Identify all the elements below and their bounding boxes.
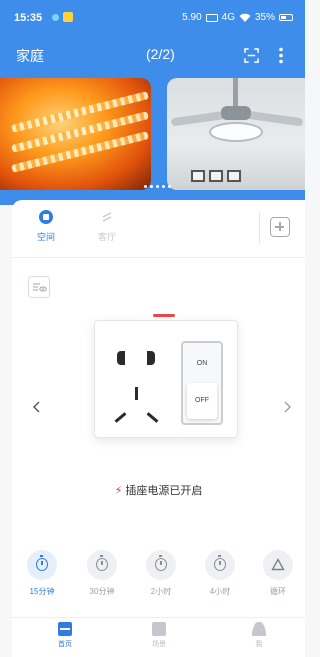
scene-icon <box>152 622 166 636</box>
nav-label: 首页 <box>58 641 72 648</box>
socket-pin <box>147 351 155 365</box>
timer-4h-button[interactable]: 4小时 <box>196 550 244 597</box>
fan-hub <box>221 106 251 120</box>
socket-pin <box>146 412 159 423</box>
battery-percent: 35% <box>254 12 275 23</box>
led-strip-banner[interactable] <box>0 78 151 190</box>
wall-frames <box>191 170 241 182</box>
socket-pin <box>114 412 127 423</box>
fan-light <box>209 122 263 142</box>
led-strip-image <box>11 91 149 133</box>
timer-label: 循环 <box>270 587 286 596</box>
profile-icon <box>252 622 266 636</box>
timer-cycle-button[interactable]: 循环 <box>254 550 302 597</box>
lightning-icon: ⚡ <box>114 485 123 497</box>
tab-label: 客厅 <box>97 232 116 242</box>
stopwatch-icon <box>96 555 108 571</box>
home-icon <box>58 622 72 636</box>
stopwatch-icon <box>36 555 48 571</box>
timer-label: 15分钟 <box>29 587 55 596</box>
power-indicator-light <box>153 314 175 317</box>
hd-icon <box>205 13 218 22</box>
room-tabs: 空间 客厅 <box>12 200 305 258</box>
socket-pin <box>135 387 138 400</box>
scan-icon[interactable] <box>244 48 259 63</box>
fan-stem <box>233 78 238 108</box>
timer-options: 15分钟 30分钟 2小时 4小时 循环 <box>12 550 305 602</box>
timer-label: 4小时 <box>209 587 231 596</box>
app-header: 15:35 5.90 4G 35% 家庭 (2/2) <box>0 0 305 205</box>
device-card: 空间 客厅 ON OFF ⚡ 插座电源已开启 15分钟 30分钟 2小时 4小时… <box>12 200 305 617</box>
timer-2h-button[interactable]: 2小时 <box>137 550 185 597</box>
bottom-nav: 首页 场景 我 <box>12 617 305 657</box>
socket-panel: ON OFF <box>94 314 238 438</box>
notification-app-icon <box>63 12 73 22</box>
status-bar: 15:35 5.90 4G 35% <box>0 0 305 36</box>
nav-scene[interactable]: 场景 <box>144 622 174 649</box>
stopwatch-icon <box>214 555 226 571</box>
banner-pager <box>144 185 171 188</box>
timer-15min-button[interactable]: 15分钟 <box>18 550 66 597</box>
nav-home[interactable]: 首页 <box>50 622 80 649</box>
net-speed: 5.90 <box>182 12 202 23</box>
status-indicators: 5.90 4G 35% <box>182 12 293 23</box>
switch-on-label: ON <box>196 360 208 367</box>
tabs-divider <box>259 212 260 244</box>
timer-label: 30分钟 <box>89 587 115 596</box>
nav-label: 场景 <box>152 641 166 648</box>
add-room-button[interactable] <box>270 217 290 237</box>
status-time: 15:35 <box>14 12 43 24</box>
switch-off-label: OFF <box>187 383 217 419</box>
power-switch[interactable]: ON OFF <box>181 341 223 425</box>
eye-icon <box>33 283 47 292</box>
nav-profile[interactable]: 我 <box>244 622 274 649</box>
chevron-right-icon[interactable] <box>280 400 294 414</box>
wifi-icon <box>239 13 251 22</box>
ceiling-fan-banner[interactable] <box>167 78 305 190</box>
nav-label: 我 <box>255 641 263 648</box>
stopwatch-icon <box>155 555 167 571</box>
page-counter: (2/2) <box>146 46 175 62</box>
tab-living-room[interactable]: 客厅 <box>85 210 129 243</box>
title-bar: 家庭 (2/2) <box>0 42 305 68</box>
socket-outlet <box>109 343 169 423</box>
socket-pin <box>117 351 125 365</box>
power-status-text: 插座电源已开启 <box>125 485 203 497</box>
view-toggle-button[interactable] <box>28 276 50 298</box>
network-type: 4G <box>221 12 235 23</box>
tab-space[interactable]: 空间 <box>24 210 68 243</box>
living-room-icon <box>102 212 112 222</box>
home-selector[interactable]: 家庭 <box>16 46 44 66</box>
space-icon <box>39 210 53 224</box>
led-strip-image <box>11 111 149 153</box>
cycle-icon <box>271 558 285 571</box>
tab-label: 空间 <box>36 232 55 242</box>
more-icon[interactable] <box>278 47 284 64</box>
battery-icon <box>279 14 293 21</box>
timer-30min-button[interactable]: 30分钟 <box>78 550 126 597</box>
chevron-left-icon[interactable] <box>30 400 44 414</box>
location-dot-icon <box>52 14 59 21</box>
timer-label: 2小时 <box>150 587 172 596</box>
led-strip-image <box>11 131 149 173</box>
power-status: ⚡ 插座电源已开启 <box>12 482 305 498</box>
